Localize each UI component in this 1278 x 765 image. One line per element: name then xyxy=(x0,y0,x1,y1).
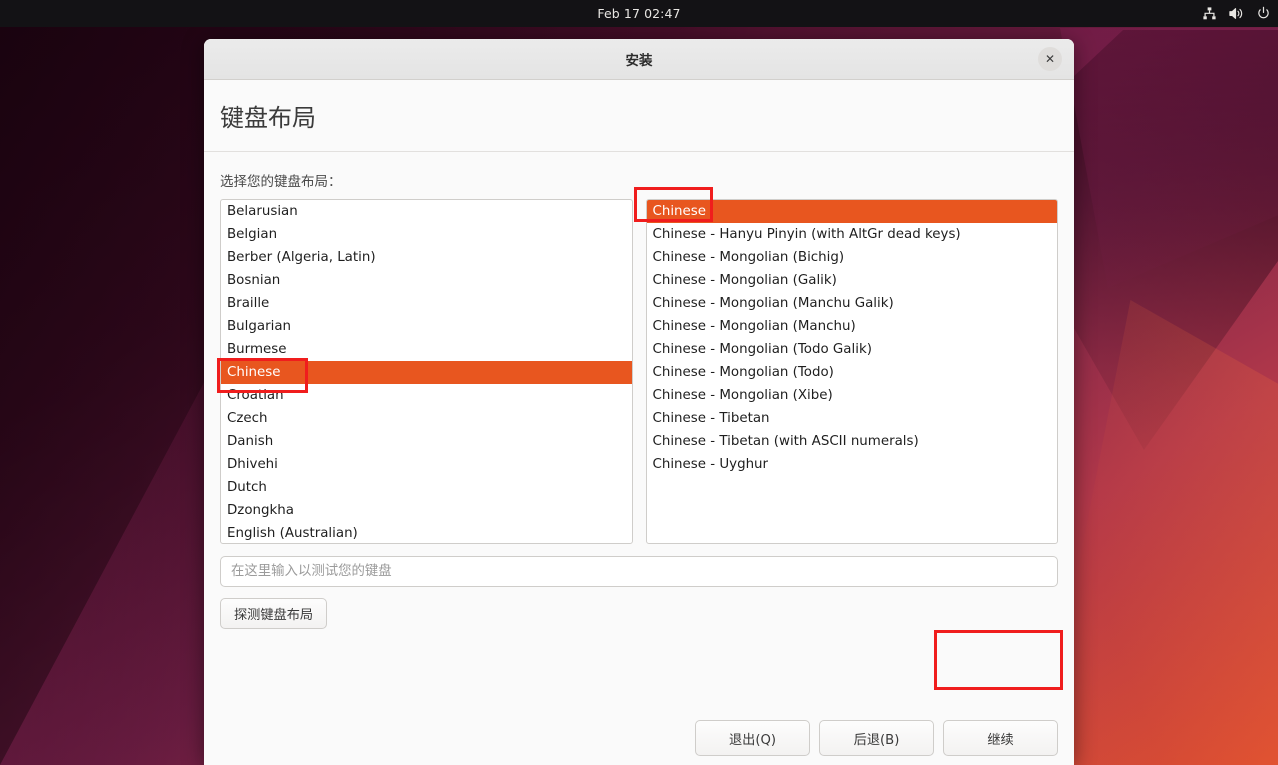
language-list-item[interactable]: Chinese xyxy=(221,361,632,384)
language-list-item[interactable]: Danish xyxy=(221,430,632,453)
dialog-footer-buttons: 退出(Q) 后退(B) 继续 xyxy=(695,720,1058,756)
quit-button[interactable]: 退出(Q) xyxy=(695,720,810,756)
variant-list-item[interactable]: Chinese - Mongolian (Galik) xyxy=(647,269,1058,292)
variant-list-item[interactable]: Chinese xyxy=(646,200,1057,223)
clock-label[interactable]: Feb 17 02:47 xyxy=(597,6,680,21)
language-list-item[interactable]: Croatian xyxy=(221,384,632,407)
variant-list-item[interactable]: Chinese - Uyghur xyxy=(647,453,1058,476)
language-list-item[interactable]: Dutch xyxy=(221,476,632,499)
variant-list-item[interactable]: Chinese - Hanyu Pinyin (with AltGr dead … xyxy=(647,223,1058,246)
continue-button[interactable]: 继续 xyxy=(943,720,1058,756)
language-list-item[interactable]: Bosnian xyxy=(221,269,632,292)
language-list-item[interactable]: Belgian xyxy=(221,223,632,246)
variant-list-item[interactable]: Chinese - Mongolian (Manchu Galik) xyxy=(647,292,1058,315)
variant-list-item[interactable]: Chinese - Mongolian (Xibe) xyxy=(647,384,1058,407)
language-list-item[interactable]: Burmese xyxy=(221,338,632,361)
installer-dialog: 安装 ✕ 键盘布局 选择您的键盘布局： Belarusian Belgian Ber… xyxy=(204,39,1074,765)
close-icon[interactable]: ✕ xyxy=(1038,47,1062,71)
language-list-item[interactable]: English (Australian) xyxy=(221,522,632,543)
back-button[interactable]: 后退(B) xyxy=(819,720,934,756)
variant-list-item[interactable]: Chinese - Mongolian (Todo Galik) xyxy=(647,338,1058,361)
language-listbox[interactable]: Belarusian Belgian Berber (Algeria, Latin)… xyxy=(220,199,633,544)
variant-list-item[interactable]: Chinese - Mongolian (Bichig) xyxy=(647,246,1058,269)
variant-list-item[interactable]: Chinese - Mongolian (Todo) xyxy=(647,361,1058,384)
language-list-item[interactable]: Braille xyxy=(221,292,632,315)
language-list-item[interactable]: Dhivehi xyxy=(221,453,632,476)
layout-lists: Belarusian Belgian Berber (Algeria, Latin)… xyxy=(220,199,1058,544)
language-list-item[interactable]: Bulgarian xyxy=(221,315,632,338)
variant-list-item[interactable]: Chinese - Tibetan (with ASCII numerals) xyxy=(647,430,1058,453)
volume-icon[interactable] xyxy=(1228,6,1244,22)
keyboard-test-input[interactable] xyxy=(220,556,1058,587)
language-list-item[interactable]: Berber (Algeria, Latin) xyxy=(221,246,632,269)
page-heading-area: 键盘布局 xyxy=(204,80,1074,152)
language-list-item[interactable]: Belarusian xyxy=(221,200,632,223)
dialog-titlebar: 安装 ✕ xyxy=(204,39,1074,80)
network-icon[interactable] xyxy=(1201,6,1217,22)
desktop-screen: Feb 17 02:47 安装 ✕ 键盘布局 选择您的键盘布局： Belarus… xyxy=(0,0,1278,765)
detect-layout-button[interactable]: 探测键盘布局 xyxy=(220,598,328,629)
language-list-item[interactable]: Czech xyxy=(221,407,632,430)
power-icon[interactable] xyxy=(1255,6,1271,22)
system-tray xyxy=(1201,0,1271,27)
variant-listbox[interactable]: Chinese Chinese - Hanyu Pinyin (with AltG… xyxy=(645,199,1058,544)
dialog-content: 选择您的键盘布局： Belarusian Belgian Berber (Alger… xyxy=(204,152,1074,756)
language-list-item[interactable]: Dzongkha xyxy=(221,499,632,522)
system-topbar: Feb 17 02:47 xyxy=(0,0,1278,27)
variant-list-item[interactable]: Chinese - Tibetan xyxy=(647,407,1058,430)
dialog-title: 安装 xyxy=(625,53,653,69)
page-title: 键盘布局 xyxy=(220,104,316,132)
variant-list-item[interactable]: Chinese - Mongolian (Manchu) xyxy=(647,315,1058,338)
keyboard-layout-label: 选择您的键盘布局： xyxy=(220,174,342,190)
